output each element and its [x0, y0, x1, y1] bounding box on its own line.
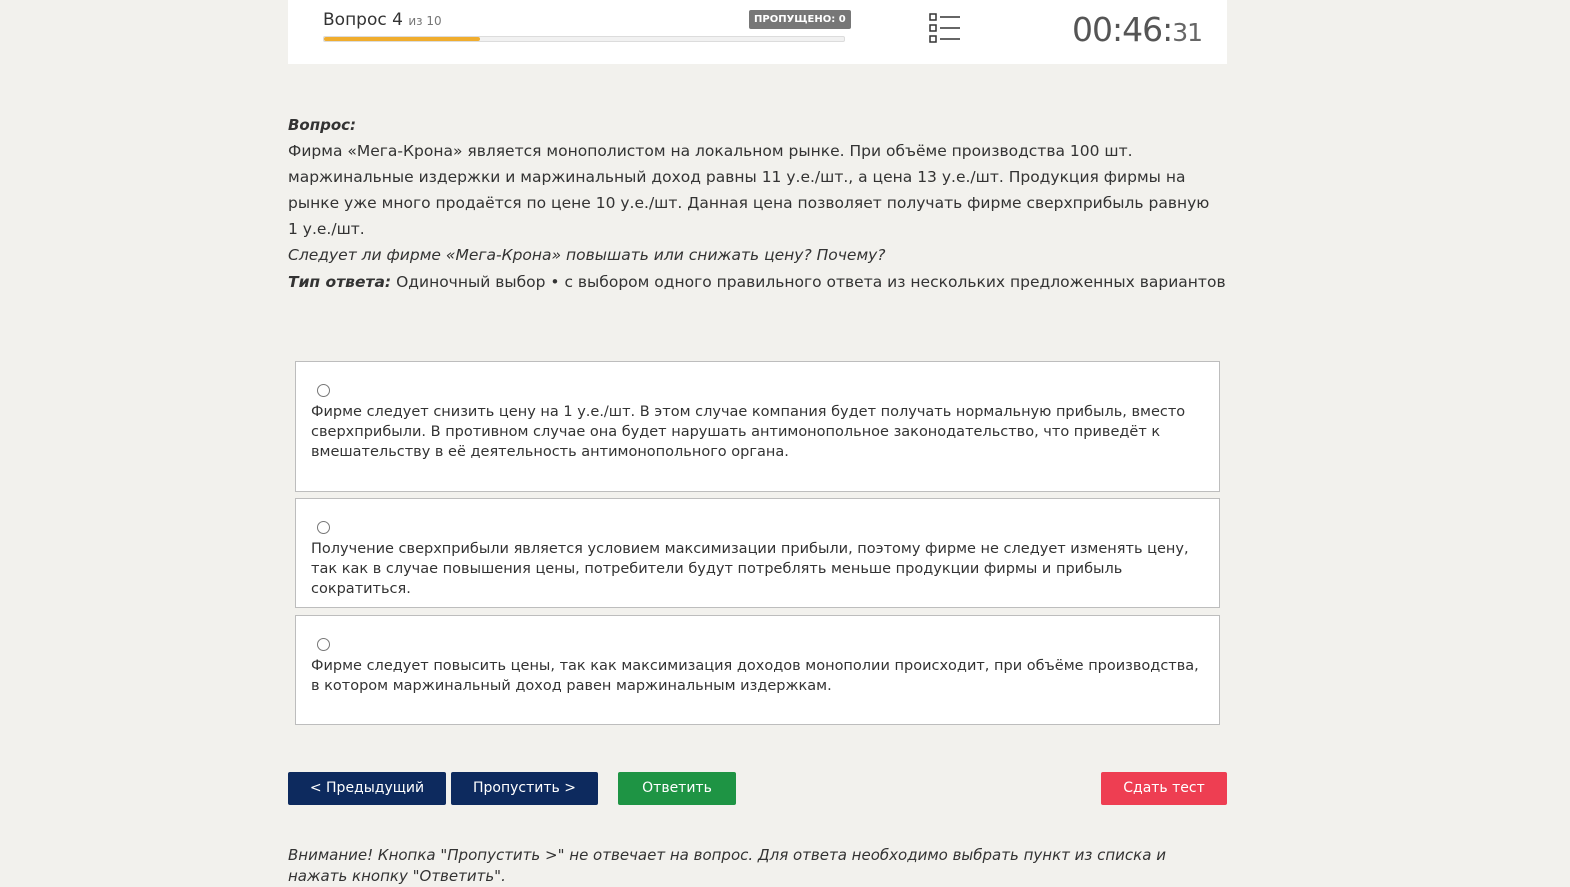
question-word: Вопрос: [323, 10, 387, 30]
timer-seconds: 31: [1172, 18, 1203, 47]
option-text: Получение сверхприбыли является условием…: [311, 541, 1189, 597]
question-body: Фирма «Мега-Крона» является монополистом…: [288, 142, 1210, 238]
option-radio[interactable]: [317, 384, 330, 397]
timer: 00:46:31: [1071, 10, 1203, 49]
answer-type-label: Тип ответа:: [288, 273, 392, 291]
answer-option-1[interactable]: Фирме следует снизить цену на 1 у.е./шт.…: [295, 361, 1220, 492]
progress-bar: [323, 36, 845, 42]
option-radio[interactable]: [317, 521, 330, 534]
list-icon-graphic: [929, 13, 960, 43]
question-label: Вопрос:: [288, 116, 357, 134]
option-radio[interactable]: [317, 638, 330, 651]
list-icon[interactable]: [929, 13, 961, 43]
question-total: из 10: [408, 14, 442, 28]
skipped-badge: ПРОПУЩЕНО: 0: [749, 10, 851, 29]
answer-button[interactable]: Ответить: [618, 772, 736, 805]
question-current: 4: [392, 10, 403, 30]
option-text: Фирме следует повысить цены, так как мак…: [311, 658, 1199, 694]
quiz-header: Вопрос 4 из 10 ПРОПУЩЕНО: 0 00:46:31: [288, 0, 1227, 64]
skip-button[interactable]: Пропустить >: [451, 772, 598, 805]
answer-type-value: Одиночный выбор • с выбором одного прави…: [396, 273, 1226, 291]
answer-option-2[interactable]: Получение сверхприбыли является условием…: [295, 498, 1220, 608]
question-counter: Вопрос 4 из 10: [323, 10, 442, 30]
timer-main: 00:46:: [1071, 10, 1173, 49]
option-text: Фирме следует снизить цену на 1 у.е./шт.…: [311, 404, 1186, 460]
answer-type: Тип ответа: Одиночный выбор • с выбором …: [288, 273, 1226, 291]
question-ask: Следует ли фирме «Мега-Крона» повышать и…: [288, 246, 886, 264]
question-block: Вопрос: Фирма «Мега-Крона» является моно…: [288, 112, 1218, 268]
notice-text: Внимание! Кнопка "Пропустить >" не отвеч…: [288, 846, 1166, 885]
finish-test-button[interactable]: Сдать тест: [1101, 772, 1227, 805]
progress-bar-fill: [324, 37, 480, 41]
answer-option-3[interactable]: Фирме следует повысить цены, так как мак…: [295, 615, 1220, 725]
previous-button[interactable]: < Предыдущий: [288, 772, 446, 805]
